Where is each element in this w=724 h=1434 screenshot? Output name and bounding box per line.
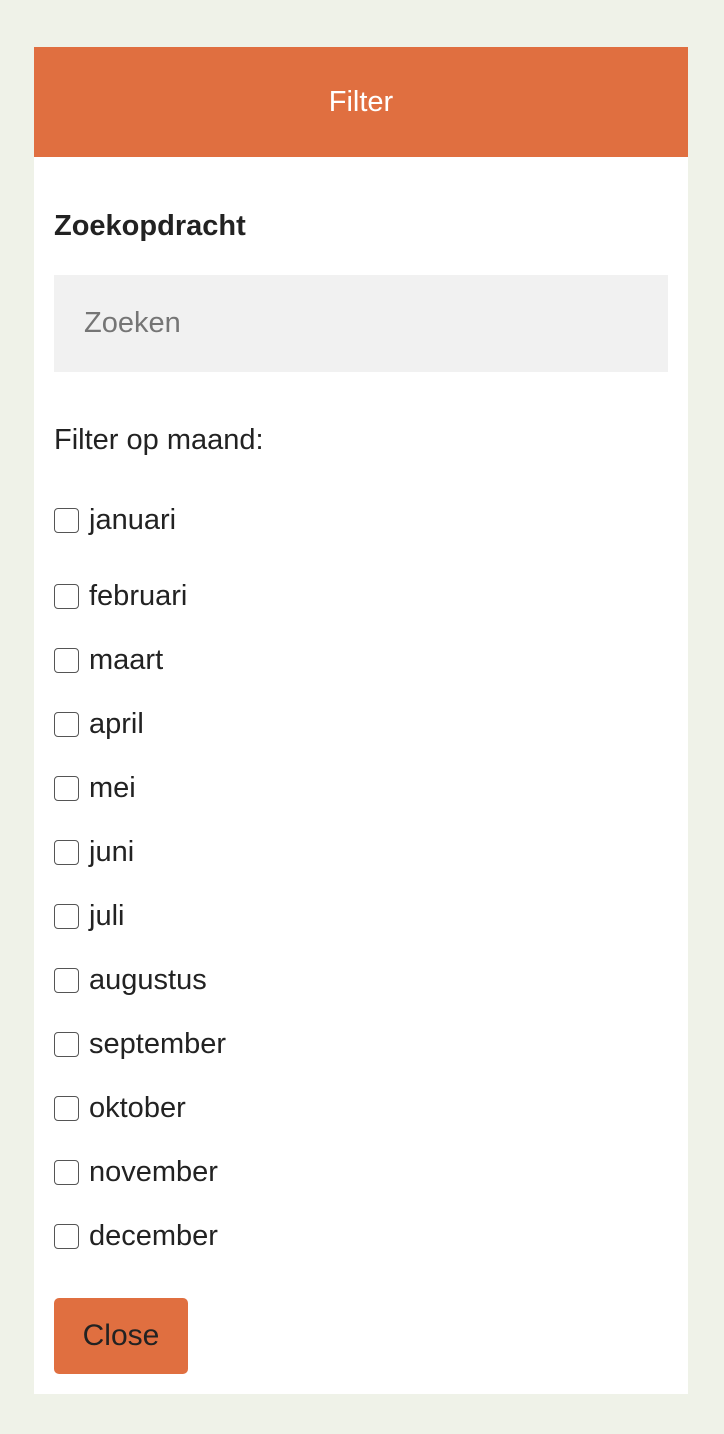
month-item-juli[interactable]: juli bbox=[54, 884, 668, 948]
month-label: juli bbox=[89, 899, 125, 932]
month-item-februari[interactable]: februari bbox=[54, 564, 668, 628]
month-label: november bbox=[89, 1155, 218, 1188]
month-label: mei bbox=[89, 771, 136, 804]
month-checkbox[interactable] bbox=[54, 507, 79, 533]
month-item-september[interactable]: september bbox=[54, 1012, 668, 1076]
month-label: juni bbox=[89, 835, 135, 868]
month-checkbox[interactable] bbox=[54, 1031, 79, 1057]
month-checkbox[interactable] bbox=[54, 839, 79, 865]
month-item-mei[interactable]: mei bbox=[54, 756, 668, 820]
month-item-juni[interactable]: juni bbox=[54, 820, 668, 884]
month-checkbox[interactable] bbox=[54, 1159, 79, 1185]
month-checkbox[interactable] bbox=[54, 1095, 79, 1121]
search-input[interactable] bbox=[54, 275, 668, 372]
month-item-januari[interactable]: januari bbox=[54, 500, 668, 540]
filter-panel: Filter Zoekopdracht Filter op maand: jan… bbox=[34, 47, 688, 1394]
month-checkbox[interactable] bbox=[54, 1223, 79, 1249]
month-label: september bbox=[89, 1027, 227, 1060]
month-item-augustus[interactable]: augustus bbox=[54, 948, 668, 1012]
month-item-maart[interactable]: maart bbox=[54, 628, 668, 692]
filter-content: Zoekopdracht Filter op maand: januari fe… bbox=[34, 209, 688, 1268]
month-checkbox[interactable] bbox=[54, 775, 79, 801]
month-checkbox[interactable] bbox=[54, 583, 79, 609]
filter-title: Filter bbox=[328, 85, 394, 118]
search-label: Zoekopdracht bbox=[54, 210, 246, 242]
month-filter-label: Filter op maand: bbox=[54, 424, 264, 456]
month-label: februari bbox=[89, 579, 188, 612]
month-checkbox[interactable] bbox=[54, 967, 79, 993]
filter-header: Filter bbox=[34, 47, 688, 157]
month-item-december[interactable]: december bbox=[54, 1204, 668, 1268]
month-item-april[interactable]: april bbox=[54, 692, 668, 756]
month-label: oktober bbox=[89, 1091, 186, 1124]
month-checkbox[interactable] bbox=[54, 711, 79, 737]
close-button[interactable]: Close bbox=[54, 1298, 188, 1374]
month-label: december bbox=[89, 1219, 218, 1252]
month-label: januari bbox=[89, 503, 177, 536]
month-checkbox[interactable] bbox=[54, 903, 79, 929]
month-item-november[interactable]: november bbox=[54, 1140, 668, 1204]
month-checkbox-list: januari februari maart april mei juni ju… bbox=[54, 500, 668, 1268]
month-label: maart bbox=[89, 643, 164, 676]
month-label: april bbox=[89, 707, 144, 740]
month-checkbox[interactable] bbox=[54, 647, 79, 673]
month-label: augustus bbox=[89, 963, 207, 996]
month-item-oktober[interactable]: oktober bbox=[54, 1076, 668, 1140]
